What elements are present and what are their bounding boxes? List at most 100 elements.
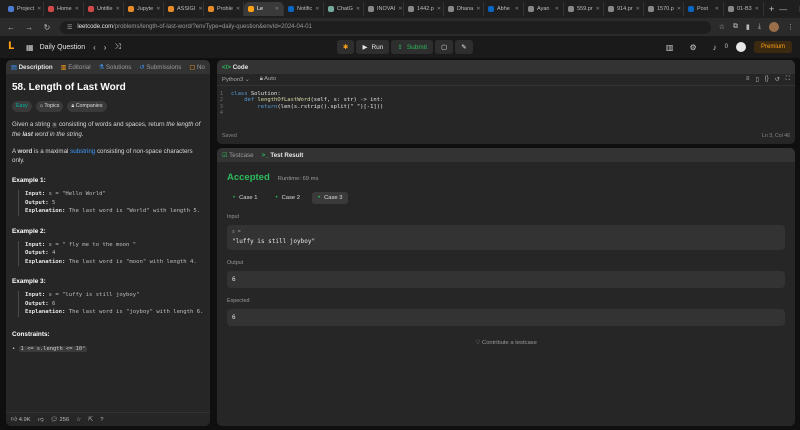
- tab-close-icon[interactable]: ✕: [116, 6, 120, 12]
- browser-tab[interactable]: ASSIGI ✕: [164, 2, 204, 16]
- premium-button[interactable]: Premium: [753, 41, 792, 53]
- format-icon[interactable]: ≡: [746, 76, 750, 83]
- tab-close-icon[interactable]: ✕: [515, 6, 519, 12]
- tab-close-icon[interactable]: ✕: [636, 6, 640, 12]
- download-icon[interactable]: ⤓: [758, 23, 761, 31]
- browser-tab[interactable]: Untitle ✕: [84, 2, 124, 16]
- sidebar-icon[interactable]: ▮: [746, 23, 750, 31]
- browser-tab[interactable]: Notific ✕: [284, 2, 324, 16]
- browser-tab[interactable]: 1442.p ✕: [404, 2, 444, 16]
- url-field[interactable]: ☰ leetcode.com/problems/length-of-last-w…: [60, 20, 711, 34]
- tab-solutions[interactable]: ⚗ Solutions: [99, 64, 132, 71]
- shuffle-icon[interactable]: ⤨: [114, 42, 120, 52]
- substring-link[interactable]: substring: [70, 148, 95, 155]
- tab-close-icon[interactable]: ✕: [437, 6, 441, 12]
- minimize-icon[interactable]: —: [779, 5, 787, 14]
- help-button[interactable]: ?: [100, 417, 103, 423]
- leetcode-logo-icon[interactable]: ᒪ: [8, 42, 18, 52]
- browser-tab[interactable]: Le ✕: [244, 2, 284, 16]
- browser-tab[interactable]: Proble ✕: [204, 2, 244, 16]
- tab-close-icon[interactable]: ✕: [315, 6, 319, 12]
- calendar-icon[interactable]: ▦: [26, 43, 34, 52]
- tab-close-icon[interactable]: ✕: [75, 6, 79, 12]
- braces-icon[interactable]: {}: [765, 76, 769, 83]
- browser-tab[interactable]: 559.pr ✕: [564, 2, 604, 16]
- example-2: Example 2: Input: s = " fly me to the moo…: [12, 228, 204, 266]
- tab-notes[interactable]: ▢ No: [189, 64, 205, 71]
- url-host: leetcode.com: [77, 24, 114, 30]
- notes-button[interactable]: ▢: [435, 40, 454, 54]
- browser-menu-icon[interactable]: ⋮: [787, 23, 794, 31]
- whiteboard-button[interactable]: ✎: [455, 40, 473, 54]
- topics-badge[interactable]: ⌂ Topics: [35, 101, 64, 112]
- next-question-icon[interactable]: ›: [104, 43, 107, 52]
- tab-close-icon[interactable]: ✕: [715, 6, 719, 12]
- tab-close-icon[interactable]: ✕: [398, 6, 402, 12]
- browser-tab[interactable]: Home ✕: [44, 2, 84, 16]
- code-toolbar: Python3 ⌄ 🔒︎ Auto ≡ ▯ {} ↺ ⛶: [217, 74, 795, 86]
- tab-editorial[interactable]: ▥ Editorial: [61, 64, 91, 71]
- tab-close-icon[interactable]: ✕: [356, 6, 360, 12]
- forward-icon[interactable]: →: [24, 23, 34, 32]
- browser-tab[interactable]: INOVAI ✕: [364, 2, 404, 16]
- debug-button[interactable]: ✱: [337, 40, 355, 54]
- browser-tab[interactable]: Dhana ✕: [444, 2, 484, 16]
- tab-submissions[interactable]: ↺ Submissions: [139, 64, 181, 71]
- case-tab[interactable]: • Case 3: [311, 192, 349, 204]
- like-button[interactable]: 👍︎ 4.9K: [11, 416, 31, 423]
- tab-close-icon[interactable]: ✕: [275, 6, 279, 12]
- fullscreen-icon[interactable]: ⛶: [786, 76, 790, 83]
- tab-favicon: [528, 6, 534, 12]
- share-button[interactable]: ⇱: [88, 417, 93, 423]
- bookmark-star-icon[interactable]: ☆: [719, 23, 725, 31]
- dislike-button[interactable]: 👎︎: [38, 416, 44, 423]
- browser-tab[interactable]: 01-B3 ✕: [724, 2, 764, 16]
- back-icon[interactable]: ←: [6, 23, 16, 32]
- tab-close-icon[interactable]: ✕: [156, 6, 160, 12]
- notification-icon[interactable]: ♪: [713, 43, 717, 52]
- bookmark-icon[interactable]: ▯: [755, 76, 758, 83]
- case-tab[interactable]: • Case 1: [227, 192, 263, 204]
- tab-close-icon[interactable]: ✕: [555, 6, 559, 12]
- browser-tab[interactable]: 1570.p ✕: [644, 2, 684, 16]
- browser-profile-avatar[interactable]: [769, 22, 779, 32]
- browser-tab[interactable]: Jupyte ✕: [124, 2, 164, 16]
- browser-tab[interactable]: Project ✕: [4, 2, 44, 16]
- tab-close-icon[interactable]: ✕: [198, 6, 202, 12]
- reload-icon[interactable]: ↻: [42, 23, 52, 32]
- case-tab[interactable]: • Case 2: [269, 192, 305, 204]
- submit-button[interactable]: ⇪ Submit: [391, 40, 434, 54]
- tab-close-icon[interactable]: ✕: [677, 6, 681, 12]
- extensions-icon[interactable]: ⧉: [733, 23, 738, 31]
- user-avatar[interactable]: [735, 42, 746, 52]
- comments-button[interactable]: 💬︎ 256: [51, 417, 70, 423]
- tab-description[interactable]: ▤ Description: [11, 64, 53, 71]
- tab-close-icon[interactable]: ✕: [755, 6, 759, 12]
- contribute-testcase-link[interactable]: ♡ Contribute a testcase: [227, 340, 785, 346]
- auto-mode-toggle[interactable]: 🔒︎ Auto: [260, 76, 276, 83]
- tab-close-icon[interactable]: ✕: [596, 6, 600, 12]
- prev-question-icon[interactable]: ‹: [93, 43, 96, 52]
- tab-close-icon[interactable]: ✕: [37, 6, 41, 12]
- daily-question-label[interactable]: Daily Question: [40, 44, 86, 51]
- settings-icon[interactable]: ⚙: [689, 43, 696, 52]
- tab-close-icon[interactable]: ✕: [236, 6, 240, 12]
- browser-tab[interactable]: Post ✕: [684, 2, 724, 16]
- language-select[interactable]: Python3 ⌄: [222, 77, 250, 83]
- favorite-button[interactable]: ☆: [76, 417, 81, 423]
- layout-icon[interactable]: ▥: [666, 43, 674, 52]
- new-tab-button[interactable]: +: [764, 4, 779, 14]
- reset-icon[interactable]: ↺: [775, 76, 780, 83]
- tab-test-result[interactable]: >_ Test Result: [262, 152, 304, 159]
- tab-testcase[interactable]: ☑ Testcase: [222, 152, 254, 159]
- run-button[interactable]: ▶ Run: [356, 40, 390, 54]
- browser-tab[interactable]: ChatG ✕: [324, 2, 364, 16]
- tab-close-icon[interactable]: ✕: [476, 6, 480, 12]
- browser-tab[interactable]: Abhe ✕: [484, 2, 524, 16]
- companies-badge[interactable]: 🔒︎ Companies: [67, 101, 107, 112]
- code-editor[interactable]: 1 class Solution: 2 def lengthOfLastWord(s…: [217, 86, 795, 130]
- code-icon: </>: [222, 63, 231, 71]
- browser-tab[interactable]: 914.pr ✕: [604, 2, 644, 16]
- site-info-icon[interactable]: ☰: [67, 24, 72, 31]
- browser-tab[interactable]: Ayan ✕: [524, 2, 564, 16]
